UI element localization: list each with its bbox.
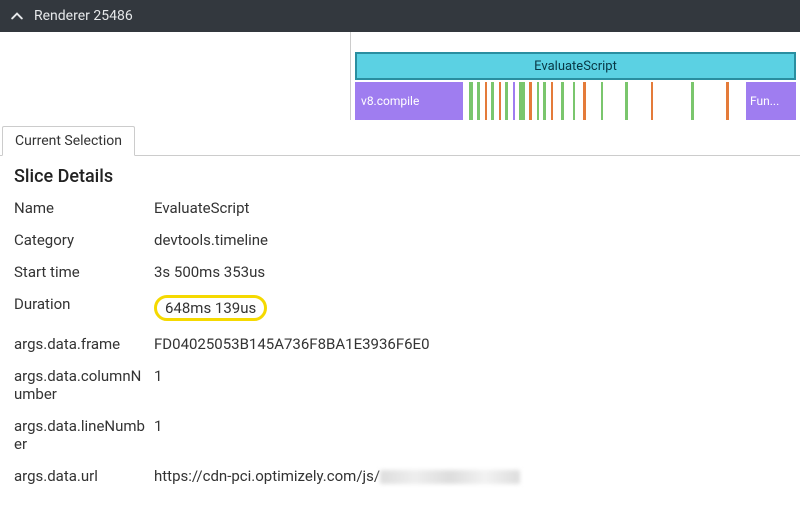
- timeline-slice-v8compile[interactable]: v8.compile: [355, 82, 463, 120]
- detail-value: https://cdn-pci.optimizely.com/js/: [154, 467, 520, 485]
- detail-row-start: Start time 3s 500ms 353us: [14, 263, 786, 281]
- tab-label: Current Selection: [15, 133, 122, 149]
- process-header[interactable]: Renderer 25486: [0, 0, 800, 32]
- detail-value: 648ms 139us: [154, 295, 267, 321]
- timeline-slice[interactable]: [513, 82, 515, 120]
- tab-bar: Current Selection: [0, 120, 800, 156]
- timeline-slice[interactable]: [469, 82, 473, 120]
- detail-row-frame: args.data.frame FD04025053B145A736F8BA1E…: [14, 335, 786, 353]
- slice-details-panel: Slice Details Name EvaluateScript Catego…: [0, 156, 800, 509]
- detail-value: devtools.timeline: [154, 231, 268, 249]
- timeline-row-2: v8.compile Fun...: [351, 82, 800, 120]
- detail-key: args.data.url: [14, 467, 154, 485]
- timeline-slice[interactable]: [561, 82, 564, 120]
- details-heading: Slice Details: [14, 166, 786, 187]
- timeline-slice[interactable]: [529, 82, 532, 120]
- detail-row-name: Name EvaluateScript: [14, 199, 786, 217]
- detail-value: EvaluateScript: [154, 199, 249, 217]
- highlight-annotation: 648ms 139us: [154, 295, 267, 321]
- detail-key: Category: [14, 231, 154, 249]
- detail-row-line-number: args.data.lineNumber 1: [14, 417, 786, 453]
- detail-value: 1: [154, 417, 162, 435]
- timeline-slice[interactable]: [519, 82, 525, 120]
- timeline-slice[interactable]: [537, 82, 539, 120]
- detail-key: args.data.frame: [14, 335, 154, 353]
- timeline-slice-evaluatescript[interactable]: EvaluateScript: [355, 52, 796, 80]
- redacted-segment: [380, 470, 520, 484]
- timeline-slice[interactable]: [485, 82, 487, 120]
- process-title: Renderer 25486: [34, 8, 133, 24]
- timeline-slice[interactable]: [551, 82, 553, 120]
- slice-label: Fun...: [750, 94, 779, 108]
- url-text: https://cdn-pci.optimizely.com/js/: [154, 467, 380, 485]
- slice-label: v8.compile: [361, 94, 419, 108]
- timeline-slice[interactable]: [691, 82, 694, 120]
- timeline-slice[interactable]: [491, 82, 494, 120]
- timeline-slice[interactable]: [505, 82, 508, 120]
- detail-key: Duration: [14, 295, 154, 313]
- detail-value: 3s 500ms 353us: [154, 263, 265, 281]
- timeline-slice[interactable]: [583, 82, 586, 120]
- detail-key: Name: [14, 199, 154, 217]
- detail-row-url: args.data.url https://cdn-pci.optimizely…: [14, 467, 786, 485]
- timeline-slice[interactable]: [573, 82, 575, 120]
- detail-key: Start time: [14, 263, 154, 281]
- timeline-slice[interactable]: [726, 82, 729, 120]
- detail-row-category: Category devtools.timeline: [14, 231, 786, 249]
- flame-chart[interactable]: EvaluateScript v8.compile Fun...: [350, 32, 800, 120]
- slice-label: EvaluateScript: [534, 59, 617, 74]
- timeline-slice-function[interactable]: Fun...: [746, 82, 796, 120]
- timeline-slice[interactable]: [651, 82, 653, 120]
- timeline-slice[interactable]: [601, 82, 603, 120]
- detail-value: FD04025053B145A736F8BA1E3936F6E0: [154, 335, 430, 353]
- timeline-slice[interactable]: [543, 82, 546, 120]
- detail-key: args.data.lineNumber: [14, 417, 154, 453]
- timeline-slice[interactable]: [625, 82, 628, 120]
- tab-current-selection[interactable]: Current Selection: [2, 126, 135, 156]
- detail-key: args.data.columnNumber: [14, 367, 154, 403]
- timeline-slice[interactable]: [499, 82, 501, 120]
- detail-row-duration: Duration 648ms 139us: [14, 295, 786, 321]
- detail-row-column-number: args.data.columnNumber 1: [14, 367, 786, 403]
- detail-value: 1: [154, 367, 162, 385]
- chevron-up-icon: [10, 9, 24, 23]
- timeline-slice[interactable]: [477, 82, 480, 120]
